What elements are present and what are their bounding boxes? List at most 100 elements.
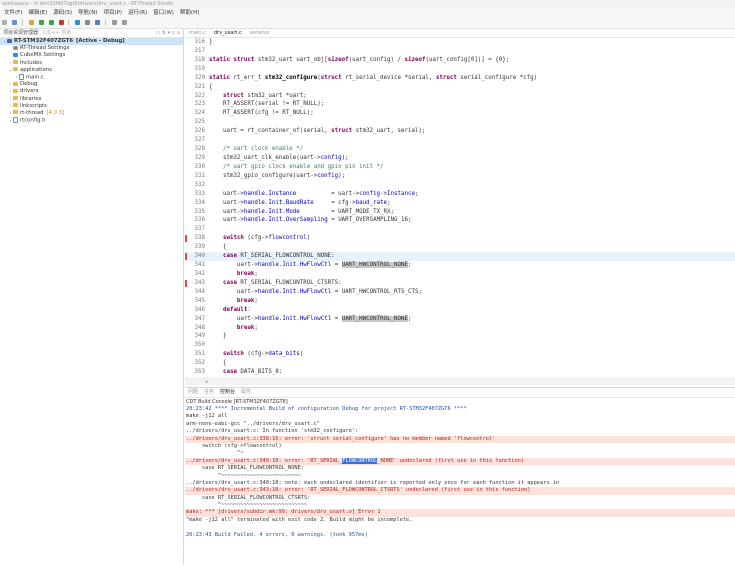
- code-text: uart->handle.Init.Mode = UART_MODE_TX_RX…: [209, 208, 395, 215]
- code-line: 343 case RT_SERIAL_FLOWCONTROL_CTSRTS:: [185, 279, 735, 288]
- terminal-icon[interactable]: [95, 20, 101, 25]
- console-tab[interactable]: 属性: [238, 388, 254, 397]
- code-line: 351 switch (cfg->data_bits): [185, 350, 735, 359]
- code-text: {: [209, 244, 227, 251]
- debug-icon[interactable]: [38, 20, 44, 25]
- tree-item-label: libraries: [20, 95, 42, 102]
- tree-item[interactable]: › libraries: [0, 96, 183, 103]
- settings-icon[interactable]: [85, 20, 91, 25]
- file-icon: [19, 73, 24, 80]
- tree-item[interactable]: › rt-thread [4.0.3]: [0, 110, 183, 117]
- tab-main-c[interactable]: main.c: [185, 29, 210, 37]
- error-marker-icon[interactable]: [185, 279, 187, 287]
- tab-wstatus[interactable]: wstatus: [246, 29, 273, 37]
- line-number: 328: [194, 146, 205, 153]
- tree-item-label: Includes: [20, 59, 43, 66]
- line-number: 330: [194, 163, 205, 170]
- horizontal-scrollbar[interactable]: ◂: [185, 377, 735, 385]
- toolbar-separator: [68, 19, 70, 26]
- stop-icon[interactable]: [58, 20, 64, 25]
- tab-drv-usart-c[interactable]: drv_usart.c: [209, 29, 246, 37]
- line-number: 323: [194, 101, 205, 108]
- tab-cpp-projects[interactable]: C/C++ 项目: [43, 29, 72, 37]
- menu-item[interactable]: 源码(S): [53, 8, 72, 18]
- code-text: }: [209, 39, 213, 45]
- folder-icon: [13, 60, 18, 65]
- tree-item[interactable]: › linkscripts: [0, 103, 183, 110]
- menu-item[interactable]: 运行(R): [128, 8, 147, 18]
- line-number: 346: [194, 306, 205, 313]
- tree-item[interactable]: › rtconfig.h: [0, 117, 183, 124]
- code-line: 337: [185, 225, 735, 234]
- console-tab[interactable]: 问题: [185, 388, 201, 397]
- line-number: 333: [194, 190, 205, 197]
- line-number: 326: [194, 128, 205, 135]
- code-line: 317: [185, 47, 735, 56]
- code-text: {: [209, 83, 213, 90]
- tree-item[interactable]: › Includes: [0, 60, 183, 67]
- line-number: 329: [194, 154, 205, 161]
- code-text: case RT_SERIAL_FLOWCONTROL_CTSRTS:: [222, 279, 342, 286]
- code-line: 326 uart = rt_container_of(serial, struc…: [185, 127, 735, 136]
- toolbar-separator: [105, 19, 107, 26]
- tree-item[interactable]: RT-Thread Settings: [0, 45, 183, 52]
- code-text: uart->handle.Init.HwFlowCtl = UART_HWCON…: [209, 262, 412, 269]
- tree-item[interactable]: › main.c: [0, 73, 183, 81]
- error-marker-icon[interactable]: [185, 253, 187, 261]
- code-line: 333 uart->handle.Instance = uart->config…: [185, 190, 735, 199]
- console-tab[interactable]: 任务: [201, 388, 217, 397]
- line-number: 342: [194, 270, 205, 277]
- save-icon[interactable]: [11, 20, 17, 25]
- tree-item[interactable]: CubeMX Settings: [0, 52, 183, 59]
- download-icon[interactable]: [75, 20, 81, 25]
- code-area[interactable]: 316} 317 318 static struct stm32_uart uart_…: [185, 38, 735, 376]
- menu-item[interactable]: 项目(P): [103, 8, 122, 18]
- tree-item[interactable]: › drivers: [0, 88, 183, 95]
- line-number: 319: [194, 65, 205, 72]
- code-line: 320 static rt_err_t stm32_configure(struc…: [185, 74, 735, 83]
- line-number: 334: [194, 199, 205, 206]
- file-icon: [13, 117, 18, 124]
- code-text: {: [209, 360, 227, 367]
- error-marker-icon[interactable]: [185, 235, 187, 243]
- line-number: 343: [194, 279, 205, 286]
- code-line: 327: [185, 136, 735, 145]
- project-explorer: 项目资源管理器 C/C++ 项目 ▭ ⇅ ▾ ▫ ▫ ⌄ RT-STM32F407…: [0, 29, 184, 565]
- tree-item[interactable]: › Debug: [0, 81, 183, 88]
- new-icon[interactable]: [2, 20, 7, 25]
- view-menu-icon[interactable]: ▭ ⇅ ▾ ▫ ▫: [155, 29, 180, 37]
- console-output[interactable]: 20:23:42 **** Incremental Build of confi…: [185, 406, 735, 539]
- menu-item[interactable]: 文件(F): [4, 8, 22, 18]
- menu-item[interactable]: 窗口(W): [153, 8, 174, 18]
- tab-project-explorer[interactable]: 项目资源管理器: [3, 29, 38, 37]
- folder-icon: [13, 103, 18, 108]
- code-line: 332: [185, 181, 735, 190]
- menu-item[interactable]: 导航(N): [78, 8, 97, 18]
- code-line: 339 {: [185, 243, 735, 252]
- code-line: 335 uart->handle.Init.Mode = UART_MODE_T…: [185, 208, 735, 217]
- tree-item-label: main.c: [26, 74, 44, 81]
- code-text: uart->handle.Init.HwFlowCtl = UART_HWCON…: [209, 288, 422, 295]
- line-number: 349: [194, 333, 205, 340]
- menu-item[interactable]: 帮助(H): [180, 8, 199, 18]
- code-line: 340 case RT_SERIAL_FLOWCONTROL_NONE:: [185, 252, 735, 262]
- forward-icon[interactable]: [121, 20, 127, 25]
- code-line: 346 default:: [185, 306, 735, 315]
- line-number: 339: [194, 244, 205, 251]
- code-text: uart->handle.Init.OverSampling = UART_OV…: [209, 217, 412, 224]
- run-icon[interactable]: [48, 20, 54, 25]
- line-number: 316: [194, 39, 205, 45]
- back-icon[interactable]: [112, 20, 118, 25]
- tree-item[interactable]: ⌄ RT-STM32F407ZGT6 [Active - Debug]: [0, 38, 183, 46]
- scroll-left-icon[interactable]: ◂: [205, 379, 209, 385]
- toolbar: [0, 18, 735, 29]
- tree-item-suffix: [Active - Debug]: [76, 38, 125, 44]
- menu-item[interactable]: 编辑(E): [28, 8, 47, 18]
- code-line: 319: [185, 65, 735, 74]
- console-line: case RT_SERIAL_FLOWCONTROL_CTSRTS:: [186, 494, 311, 501]
- console-line: 20:23:42 **** Incremental Build of confi…: [186, 406, 467, 412]
- tree-item[interactable]: ⌄ applications: [0, 67, 183, 74]
- console-tab[interactable]: 控制台: [217, 388, 238, 397]
- build-icon[interactable]: [28, 20, 34, 25]
- line-number: 344: [194, 288, 205, 295]
